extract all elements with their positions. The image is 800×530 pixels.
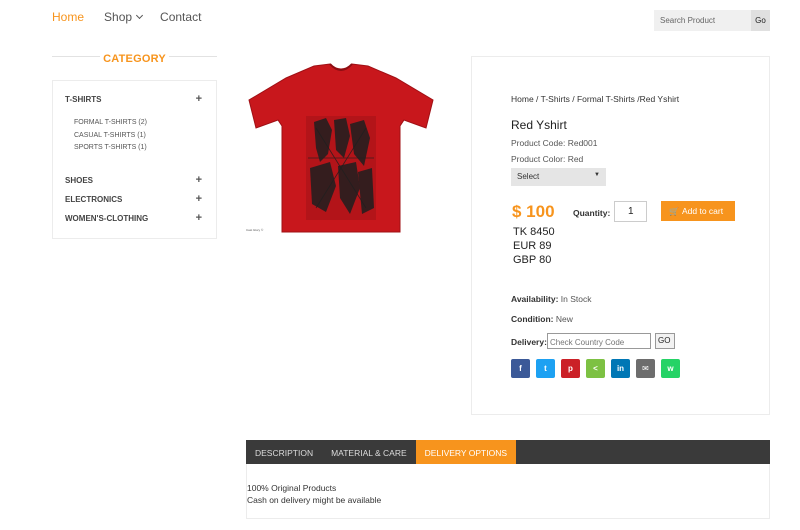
- expand-plus-icon[interactable]: +: [196, 194, 202, 205]
- product-code: Product Code: Red001: [511, 138, 598, 148]
- search-input[interactable]: [654, 10, 751, 31]
- availability: Availability: In Stock: [511, 294, 592, 304]
- tab-content-line: Cash on delivery might be available: [247, 495, 382, 505]
- category-item-shoes[interactable]: SHOES +: [65, 175, 202, 186]
- divider: [169, 56, 217, 57]
- delivery-label-wrap: Delivery:: [511, 337, 547, 347]
- tab-delivery-options[interactable]: DELIVERY OPTIONS: [415, 440, 517, 464]
- tab-material-care[interactable]: MATERIAL & CARE: [322, 440, 416, 464]
- nav-home-link[interactable]: Home: [52, 10, 84, 24]
- add-to-cart-button[interactable]: 🛒 Add to cart: [661, 201, 735, 221]
- product-name: Red Yshirt: [511, 118, 567, 132]
- price-gbp: GBP 80: [513, 254, 552, 266]
- tshirt-subcategory-list: FORMAL T-SHIRTS (2) CASUAL T-SHIRTS (1) …: [74, 117, 147, 155]
- nav-contact-link[interactable]: Contact: [160, 10, 201, 24]
- subcategory-formal-tshirts[interactable]: FORMAL T-SHIRTS (2): [74, 117, 147, 130]
- delivery-label: Delivery:: [511, 337, 547, 347]
- divider: [52, 56, 100, 57]
- country-code-input[interactable]: [547, 333, 651, 349]
- subcategory-sports-tshirts[interactable]: SPORTS T-SHIRTS (1): [74, 142, 147, 155]
- share-icon[interactable]: <: [586, 359, 605, 378]
- tab-content: 100% Original Products Cash on delivery …: [246, 464, 770, 519]
- variant-select[interactable]: Select ▼: [511, 168, 606, 186]
- tab-description[interactable]: DESCRIPTION: [246, 440, 322, 464]
- category-item-electronics[interactable]: ELECTRONICS +: [65, 194, 202, 205]
- share-buttons: f t p < in ✉ w: [511, 359, 680, 378]
- select-value: Select: [517, 172, 540, 181]
- nav-shop-label: Shop: [104, 10, 133, 24]
- expand-plus-icon[interactable]: +: [196, 213, 202, 224]
- twitter-icon[interactable]: t: [536, 359, 555, 378]
- product-detail-panel: Home / T-Shirts / Formal T-Shirts /Red Y…: [471, 56, 770, 415]
- cart-icon: 🛒: [669, 207, 679, 216]
- whatsapp-icon[interactable]: w: [661, 359, 680, 378]
- availability-label: Availability:: [511, 294, 559, 304]
- expand-plus-icon[interactable]: +: [196, 94, 202, 105]
- condition-label: Condition:: [511, 314, 554, 324]
- add-to-cart-label: Add to cart: [681, 206, 724, 216]
- product-image: Cast Glory ©: [246, 58, 436, 236]
- quantity-input[interactable]: 1: [614, 201, 647, 222]
- pinterest-icon[interactable]: p: [561, 359, 580, 378]
- breadcrumb[interactable]: Home / T-Shirts / Formal T-Shirts /Red Y…: [511, 94, 679, 104]
- search-bar: Go: [654, 10, 770, 31]
- tab-content-line: 100% Original Products: [247, 483, 337, 493]
- delivery-go-button[interactable]: GO: [655, 333, 675, 349]
- product-tabs: DESCRIPTION MATERIAL & CARE DELIVERY OPT…: [246, 440, 770, 464]
- linkedin-icon[interactable]: in: [611, 359, 630, 378]
- availability-value: In Stock: [560, 294, 592, 304]
- nav-shop-link[interactable]: Shop: [104, 10, 144, 24]
- top-nav: Home Shop Contact: [52, 10, 201, 24]
- category-label: SHOES: [65, 176, 94, 185]
- chevron-down-icon: [136, 11, 144, 20]
- category-panel: T-SHIRTS + FORMAL T-SHIRTS (2) CASUAL T-…: [52, 80, 217, 239]
- condition-value: New: [555, 314, 573, 324]
- category-label: T-SHIRTS: [65, 95, 102, 104]
- condition: Condition: New: [511, 314, 573, 324]
- caret-down-icon: ▼: [594, 172, 600, 178]
- price-eur: EUR 89: [513, 240, 552, 252]
- red-tshirt-image: [248, 63, 434, 233]
- quantity-label: Quantity:: [573, 208, 611, 218]
- facebook-icon[interactable]: f: [511, 359, 530, 378]
- image-caption: Cast Glory ©: [246, 228, 264, 232]
- product-color: Product Color: Red: [511, 154, 584, 164]
- price-usd: $ 100: [512, 202, 555, 221]
- category-item-womens-clothing[interactable]: WOMEN'S-CLOTHING +: [65, 213, 202, 224]
- email-icon[interactable]: ✉: [636, 359, 655, 378]
- price-tk: TK 8450: [513, 226, 555, 238]
- category-heading: CATEGORY: [52, 49, 217, 65]
- category-label: WOMEN'S-CLOTHING: [65, 214, 149, 223]
- search-go-button[interactable]: Go: [751, 10, 770, 31]
- category-title: CATEGORY: [103, 53, 166, 65]
- expand-plus-icon[interactable]: +: [196, 175, 202, 186]
- subcategory-casual-tshirts[interactable]: CASUAL T-SHIRTS (1): [74, 130, 147, 143]
- category-label: ELECTRONICS: [65, 195, 123, 204]
- category-item-tshirts[interactable]: T-SHIRTS +: [65, 94, 202, 105]
